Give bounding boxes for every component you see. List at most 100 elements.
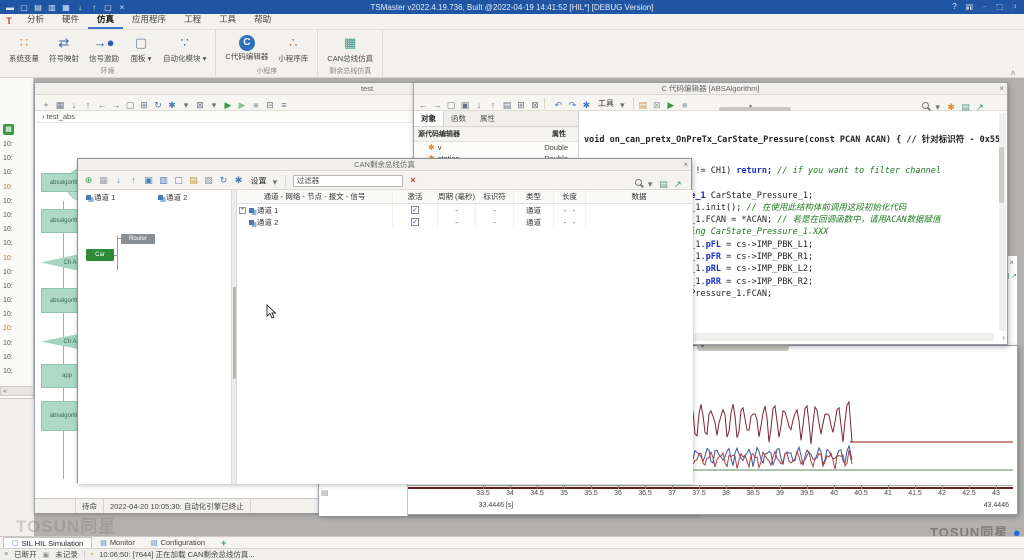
tree-root-label[interactable]: 源代码编辑器 [418, 129, 460, 139]
ribbon-tab-工程[interactable]: 工程 [175, 11, 210, 29]
log-icon: ▪ [91, 551, 93, 558]
x-axis-line [408, 485, 1013, 486]
can-bus-simulation-button[interactable]: ▦CAN总线仿真 [322, 32, 378, 65]
tick-mark [483, 485, 484, 489]
workspace-tab-Monitor[interactable]: ▤Monitor [92, 537, 143, 548]
ribbon-collapse-icon[interactable]: ∧ [1010, 68, 1016, 77]
clear-filter-icon[interactable]: × [410, 175, 415, 185]
pop-out-icon[interactable]: ↗ [1011, 272, 1017, 280]
ribbon-tab-应用程序[interactable]: 应用程序 [123, 11, 175, 29]
dialog-toolbar: ⊕▦↓↑▣▥▢▤▧↻✱ 设置 ▾ × [78, 172, 691, 190]
column-header[interactable]: 激活 [393, 190, 438, 203]
code-editor-toolbar: ←→▢▣↓↑▤⊞⊠ ↶↷✱ 工具 ▾ ▤⊠▶■ [414, 95, 1007, 111]
column-header[interactable]: 长度 [554, 190, 586, 203]
row-name-cell[interactable]: +通道 1 [237, 204, 393, 216]
column-header[interactable]: 通道 - 网络 - 节点 - 报文 - 信号 [237, 190, 393, 203]
column-header[interactable]: 类型 [514, 190, 554, 203]
column-header[interactable]: 数据 [586, 190, 693, 203]
mini-program-library-button[interactable]: ∴小程序库 [273, 32, 313, 65]
move-up-icon[interactable]: ↑ [126, 172, 141, 189]
select-invert-icon[interactable]: ▥ [156, 172, 171, 189]
search-icon[interactable] [635, 179, 642, 186]
ribbon-item-label: CAN总线仿真 [327, 53, 373, 64]
length-cell: - - [554, 204, 586, 216]
ribbon-tab-分析[interactable]: 分析 [18, 11, 53, 29]
add-icon[interactable]: ⊕ [81, 172, 96, 189]
code-editor-title[interactable]: C 代码编辑器 [ABSAlgorithm] [414, 83, 1007, 95]
workspace-tab-+[interactable]: + [213, 537, 234, 548]
dialog-title[interactable]: CAN剩余总线仿真 [78, 159, 691, 171]
object-row[interactable]: ✱vDouble [414, 142, 578, 153]
ribbon-tab-仿真[interactable]: 仿真 [88, 11, 123, 29]
chevron-down-icon[interactable]: ▾ [271, 175, 279, 190]
refresh-icon[interactable]: ↻ [216, 172, 231, 189]
code-vscrollbar[interactable] [999, 113, 1006, 331]
table-row[interactable]: 通道 2✓--通道- - [237, 216, 693, 228]
checkbox[interactable]: ✓ [411, 206, 419, 214]
tab-函数[interactable]: 函数 [444, 111, 473, 126]
workspace-tab-Configuration[interactable]: ▤Configuration [143, 537, 213, 548]
channel-header[interactable]: 通道 2 [158, 192, 187, 203]
checkbox[interactable]: ✓ [411, 218, 419, 226]
ribbon: ∷系统变量⇄符号映射→●信号激励▢面板 ▾∵自动化模块 ▾环境CC代码编辑器∴小… [0, 30, 1024, 78]
filter-input[interactable] [293, 175, 403, 187]
channel-header[interactable]: 通道 1 [86, 192, 115, 203]
close-icon[interactable]: × [683, 159, 688, 171]
tick-label: 39 [768, 490, 792, 497]
move-down-icon[interactable]: ↓ [111, 172, 126, 189]
tab-属性[interactable]: 属性 [473, 111, 502, 126]
record-icon[interactable]: ▣ [43, 551, 50, 559]
ribbon-tab-硬件[interactable]: 硬件 [53, 11, 88, 29]
automation-state: 待命 [76, 499, 104, 513]
variable-icon: ✱ [428, 143, 435, 152]
menu-icon[interactable]: ≡ [4, 551, 8, 558]
axis-end-label: 43.4446 [984, 502, 1009, 509]
ribbon-tab-帮助[interactable]: 帮助 [245, 11, 280, 29]
tick-mark [942, 485, 943, 489]
active-cell[interactable]: ✓ [393, 204, 438, 216]
channel-icon [158, 195, 163, 200]
app-logo-icon[interactable]: T [0, 16, 18, 29]
column-header[interactable]: 周期 (毫秒) [438, 190, 476, 203]
log-filter-icon[interactable]: ▦ [3, 124, 14, 135]
can-bus-simulation-icon: ▦ [344, 33, 356, 53]
gear-icon[interactable]: ✱ [231, 172, 246, 189]
close-icon[interactable]: × [999, 83, 1004, 95]
log-timestamp: 10: [0, 266, 34, 280]
tree-node-router[interactable]: Router [121, 234, 155, 244]
tab-对象[interactable]: 对象 [414, 111, 444, 126]
export-icon[interactable]: ▧ [201, 172, 216, 189]
search-icon[interactable] [922, 102, 929, 109]
tick-label: 41.5 [903, 490, 927, 497]
active-cell[interactable]: ✓ [393, 216, 438, 228]
settings-menu[interactable]: 设置 [250, 176, 266, 185]
tree-connector [117, 236, 118, 270]
signal-stimulus-button[interactable]: →●信号激励 [84, 32, 124, 65]
select-none-icon[interactable]: ▢ [171, 172, 186, 189]
breadcrumb-item[interactable]: test_abs [47, 112, 75, 121]
log-timestamp: 10: [0, 280, 34, 294]
column-header[interactable]: 标识符 [476, 190, 514, 203]
symbol-mapping-button[interactable]: ⇄符号映射 [44, 32, 84, 65]
help-button[interactable]: ? [947, 0, 962, 14]
workspace-tab-SIL HIL Simulation[interactable]: ▢SIL HIL Simulation [3, 537, 92, 548]
select-all-icon[interactable]: ▣ [141, 172, 156, 189]
row-name-cell[interactable]: 通道 2 [237, 216, 393, 228]
tools-menu[interactable]: 工具 [598, 98, 614, 109]
table-row[interactable]: +通道 1✓--通道- - [237, 204, 693, 216]
import-icon[interactable]: ▤ [186, 172, 201, 189]
expand-icon[interactable]: + [239, 207, 246, 214]
period-cell: - [438, 204, 476, 216]
close-icon[interactable]: × [1009, 258, 1014, 267]
c-code-editor-button[interactable]: CC代码编辑器 [220, 32, 273, 63]
ribbon-tab-工具[interactable]: 工具 [210, 11, 245, 29]
panel-button[interactable]: ▢面板 ▾ [124, 32, 158, 65]
mini-program-library-icon: ∴ [289, 33, 297, 53]
tree-node-car[interactable]: Car [86, 249, 114, 261]
grid-icon[interactable]: ▦ [96, 172, 111, 189]
scroll-right-icon[interactable]: › [1002, 333, 1005, 342]
log-hscrollbar[interactable]: « [0, 386, 34, 396]
system-variables-button[interactable]: ∷系统变量 [4, 32, 44, 65]
watermark-left: TOSUN同星 [16, 512, 116, 537]
automation-module-button[interactable]: ∵自动化模块 ▾ [158, 32, 211, 65]
